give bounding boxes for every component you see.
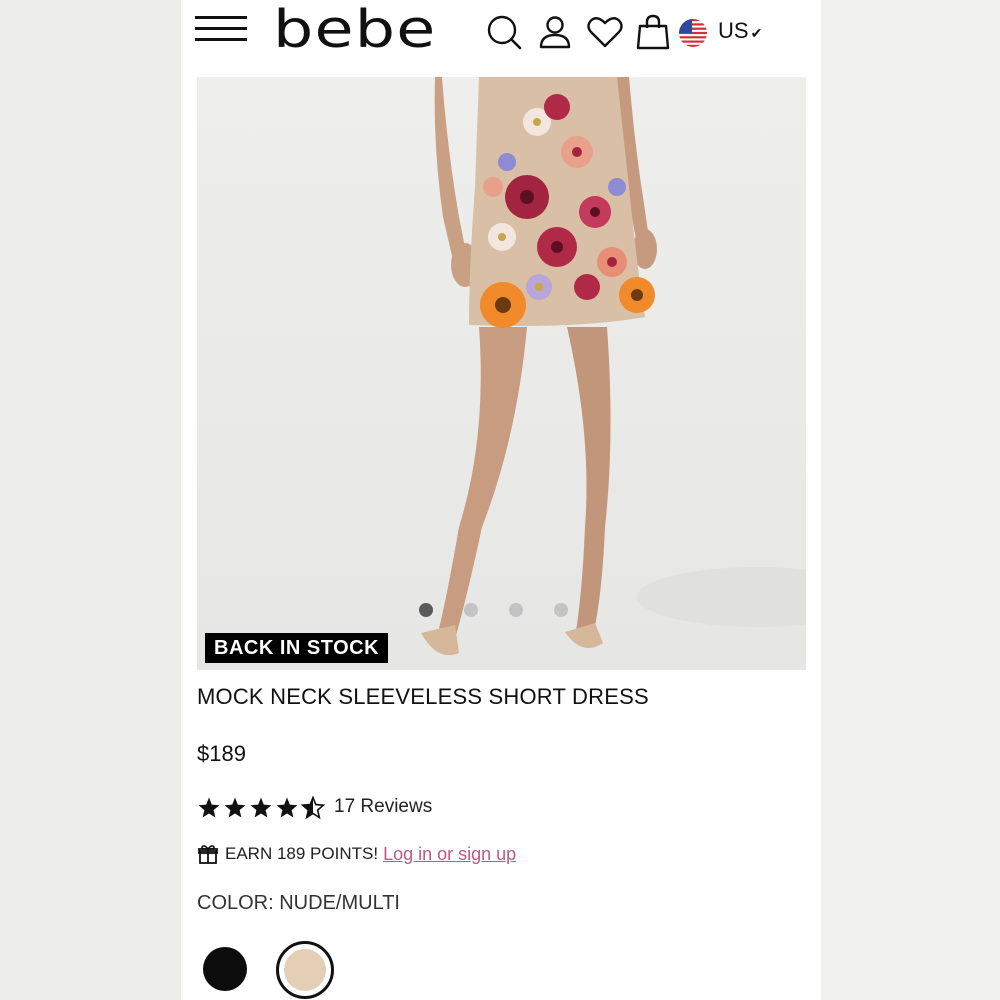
gift-icon xyxy=(198,845,218,864)
star-icon xyxy=(250,797,272,818)
star-rating xyxy=(197,794,327,822)
gallery-dot-2[interactable] xyxy=(464,603,478,617)
background-left xyxy=(0,0,181,1000)
country-selector[interactable]: US ✔ xyxy=(718,18,762,44)
star-icon xyxy=(276,797,298,818)
star-icon xyxy=(224,797,246,818)
swatch-nude-fill xyxy=(284,949,326,991)
half-star-icon xyxy=(301,796,325,819)
mobile-page: bebe US ✔ BACK IN STOCK MOCK NECK SLEEVE… xyxy=(181,0,821,1000)
loyalty-points: EARN 189 POINTS! Log in or sign up xyxy=(197,843,516,865)
swatch-black[interactable] xyxy=(203,947,247,991)
menu-icon[interactable] xyxy=(195,16,249,44)
us-flag-icon[interactable] xyxy=(679,19,707,47)
background-right xyxy=(821,0,1000,1000)
site-header: bebe US ✔ xyxy=(181,0,821,64)
gallery-dot-4[interactable] xyxy=(554,603,568,617)
brand-logo[interactable]: bebe xyxy=(273,2,436,58)
product-title: MOCK NECK SLEEVELESS SHORT DRESS xyxy=(197,684,649,709)
login-signup-link[interactable]: Log in or sign up xyxy=(383,844,516,865)
chevron-down-icon: ✔ xyxy=(750,25,763,41)
product-image-gallery[interactable]: BACK IN STOCK xyxy=(197,77,806,670)
shopping-bag-icon[interactable] xyxy=(633,12,673,52)
star-icon xyxy=(198,797,220,818)
product-price: $189 xyxy=(197,741,246,766)
color-label: COLOR: NUDE/MULTI xyxy=(197,892,400,914)
swatch-nude-multi-selected[interactable] xyxy=(276,941,334,999)
gallery-dot-1[interactable] xyxy=(419,603,433,617)
back-in-stock-badge: BACK IN STOCK xyxy=(205,633,389,663)
points-text: EARN 189 POINTS! xyxy=(225,844,379,863)
wishlist-heart-icon[interactable] xyxy=(585,12,625,52)
country-label: US xyxy=(718,18,749,43)
search-icon[interactable] xyxy=(484,12,524,52)
product-photo xyxy=(197,77,806,670)
reviews-link[interactable]: 17 Reviews xyxy=(334,796,432,818)
gallery-dot-3[interactable] xyxy=(509,603,523,617)
account-icon[interactable] xyxy=(535,12,575,52)
